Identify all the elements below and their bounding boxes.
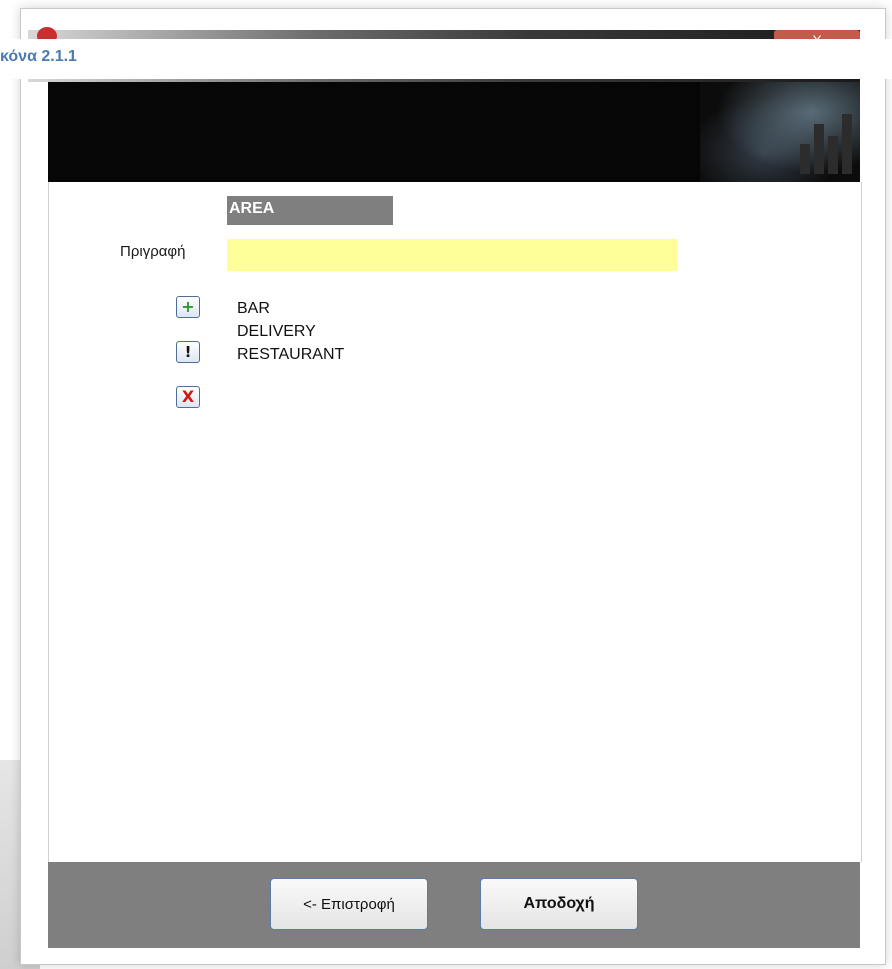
figure-caption: κόνα 2.1.1 [0,39,892,79]
delete-icon[interactable]: X [176,386,200,408]
list-item-bar[interactable]: BAR [237,297,344,320]
list-item-restaurant[interactable]: RESTAURANT [237,343,344,366]
add-icon[interactable]: + [176,296,200,318]
back-button[interactable]: <- Επιστροφή [270,878,428,930]
banner-image [700,82,860,182]
header-banner [48,82,860,182]
description-label: Πριγραφή [120,243,186,260]
description-input[interactable] [227,239,677,271]
area-title: AREA [227,196,393,225]
edit-icon[interactable]: ! [176,341,200,363]
caption-text: κόνα 2.1.1 [0,48,77,65]
form-area [48,182,862,862]
list-item-delivery[interactable]: DELIVERY [237,320,344,343]
area-list: BAR DELIVERY RESTAURANT [237,297,344,366]
footer-bar [48,862,860,948]
accept-button[interactable]: Αποδοχή [480,878,638,930]
